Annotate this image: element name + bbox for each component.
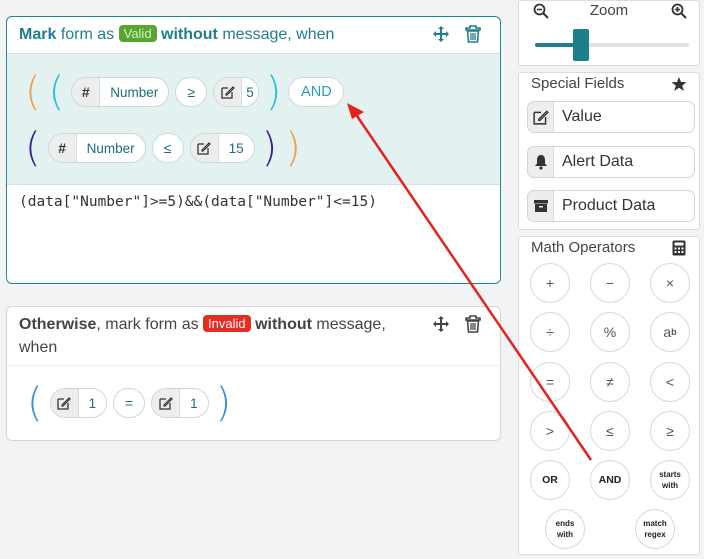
less-than-button[interactable]: < xyxy=(650,362,690,402)
open-paren: ( xyxy=(25,69,41,115)
edit-icon xyxy=(214,78,243,106)
and-operator-token[interactable]: AND xyxy=(288,77,345,107)
rule-card-valid: Mark form as Valid without message, when… xyxy=(6,16,501,284)
otherwise-keyword: Otherwise xyxy=(19,316,97,333)
special-field-alert-data[interactable]: Alert Data xyxy=(527,146,695,178)
hash-icon: # xyxy=(72,78,101,106)
mark-form-as-text: , mark form as xyxy=(96,316,199,333)
button-line: regex xyxy=(644,530,666,539)
zoom-slider[interactable] xyxy=(535,29,689,61)
field-token[interactable]: # Number xyxy=(47,133,146,163)
value-text: 1 xyxy=(88,395,97,411)
button-line: with xyxy=(557,530,573,539)
when-text: when xyxy=(19,339,58,356)
mark-keyword: Mark xyxy=(19,26,57,43)
value-text: 1 xyxy=(190,395,198,411)
close-paren: ) xyxy=(285,125,301,171)
button-line: ends xyxy=(555,519,575,528)
condition-row-1: ( ( # Number ≥ 5 ) AND xyxy=(21,72,347,112)
value-token[interactable]: 5 xyxy=(213,77,259,107)
button-line: with xyxy=(662,481,678,490)
move-icon[interactable] xyxy=(432,25,450,43)
condition-row: ( 1 = 1 ) xyxy=(23,383,235,423)
plus-button[interactable]: + xyxy=(530,263,570,303)
archive-icon xyxy=(528,191,554,221)
value-token[interactable]: 1 xyxy=(49,388,108,418)
value-text: 15 xyxy=(228,140,244,156)
zoom-in-icon[interactable] xyxy=(671,3,687,19)
or-button[interactable]: OR xyxy=(530,460,570,500)
message-text: message, xyxy=(316,316,386,333)
trash-icon[interactable] xyxy=(464,25,482,43)
power-exponent: b xyxy=(671,327,677,337)
without-keyword[interactable]: without xyxy=(161,26,218,43)
form-as-text: form as xyxy=(60,26,115,43)
divider xyxy=(7,365,500,366)
ends-with-button[interactable]: ends with xyxy=(545,509,585,549)
greater-equal-button[interactable]: ≥ xyxy=(650,411,690,451)
invalid-badge[interactable]: Invalid xyxy=(203,315,251,332)
close-paren: ) xyxy=(215,380,232,426)
valid-badge[interactable]: Valid xyxy=(118,25,157,42)
starts-with-button[interactable]: starts with xyxy=(650,460,690,500)
trash-icon[interactable] xyxy=(464,315,482,333)
greater-than-button[interactable]: > xyxy=(530,411,570,451)
rule-header: Otherwise, mark form as Invalid without … xyxy=(7,307,500,359)
power-button[interactable]: ab xyxy=(650,312,690,352)
multiply-button[interactable]: × xyxy=(650,263,690,303)
operator-token[interactable]: = xyxy=(113,388,146,418)
power-base: a xyxy=(663,324,672,340)
button-line: match xyxy=(643,519,667,528)
value-token[interactable]: 15 xyxy=(189,133,255,163)
rule-header: Mark form as Valid without message, when xyxy=(7,17,500,46)
open-paren: ( xyxy=(25,125,41,171)
zoom-slider-handle[interactable] xyxy=(573,29,590,61)
special-field-product-data[interactable]: Product Data xyxy=(527,190,695,222)
field-name: Number xyxy=(110,84,159,100)
value-token[interactable]: 1 xyxy=(151,388,209,418)
edit-icon xyxy=(528,102,554,132)
edit-icon xyxy=(152,389,181,417)
not-equals-button[interactable]: ≠ xyxy=(590,362,630,402)
match-regex-button[interactable]: match regex xyxy=(635,509,675,549)
and-button[interactable]: AND xyxy=(590,460,630,500)
hash-icon: # xyxy=(48,134,77,162)
special-field-label: Value xyxy=(562,108,602,125)
move-icon[interactable] xyxy=(432,315,450,333)
math-operators-panel: Math Operators + − × ÷ % ab = ≠ < > ≤ ≥ … xyxy=(518,236,700,555)
value-text: 5 xyxy=(246,84,254,100)
expression-code[interactable]: (data["Number"]>=5)&&(data["Number"]<=15… xyxy=(19,194,377,210)
zoom-out-icon[interactable] xyxy=(533,3,549,19)
close-paren: ) xyxy=(261,125,278,171)
zoom-panel: Zoom xyxy=(518,0,700,66)
calculator-icon[interactable] xyxy=(671,240,687,256)
close-paren: ) xyxy=(265,69,282,115)
condition-row-2: ( # Number ≤ 15 ) ) xyxy=(21,128,305,168)
edit-icon xyxy=(190,134,219,162)
open-paren: ( xyxy=(48,69,65,115)
bell-icon xyxy=(528,147,554,177)
modulo-button[interactable]: % xyxy=(590,312,630,352)
less-equal-button[interactable]: ≤ xyxy=(590,411,630,451)
field-token[interactable]: # Number xyxy=(71,77,170,107)
operator-token[interactable]: ≥ xyxy=(175,77,208,107)
condition-builder: ( ( # Number ≥ 5 ) AND (# Number ≤ 15)… xyxy=(7,53,500,185)
minus-button[interactable]: − xyxy=(590,263,630,303)
special-field-value[interactable]: Value xyxy=(527,101,695,133)
button-line: starts xyxy=(659,470,681,479)
special-field-label: Product Data xyxy=(562,197,656,214)
edit-icon xyxy=(50,389,79,417)
without-keyword[interactable]: without xyxy=(255,316,312,333)
message-when-text: message, when xyxy=(222,26,335,43)
operator-token[interactable]: ≤ xyxy=(151,133,184,163)
special-field-label: Alert Data xyxy=(562,153,634,170)
star-icon[interactable] xyxy=(671,76,687,92)
divide-button[interactable]: ÷ xyxy=(530,312,570,352)
rule-card-invalid: Otherwise, mark form as Invalid without … xyxy=(6,306,501,441)
field-name: Number xyxy=(86,140,135,156)
special-fields-panel: Special Fields Value Alert Data Product … xyxy=(518,72,700,230)
equals-button[interactable]: = xyxy=(530,362,570,402)
open-paren: ( xyxy=(27,380,43,426)
